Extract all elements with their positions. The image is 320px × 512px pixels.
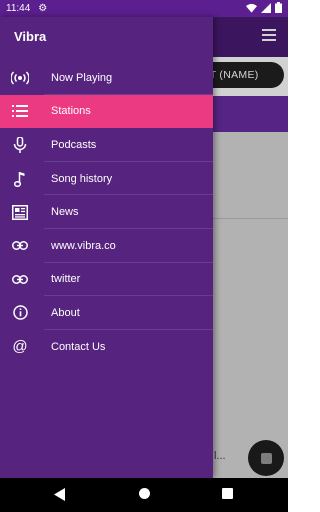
- menu-item-label: Podcasts: [51, 138, 97, 151]
- menu-item-label: News: [51, 206, 79, 219]
- list-icon: [11, 103, 29, 119]
- at-sign-icon: @: [12, 338, 28, 356]
- menu-item-label: www.vibra.co: [51, 239, 116, 252]
- menu-item-about[interactable]: About: [0, 296, 213, 330]
- link-icon: [11, 238, 29, 254]
- menu-item-twitter[interactable]: twitter: [0, 263, 213, 297]
- battery-icon: [275, 2, 282, 13]
- recents-icon[interactable]: [222, 488, 233, 499]
- menu-item-stations[interactable]: Stations: [0, 94, 213, 129]
- menu-item-song-history[interactable]: Song history: [0, 162, 213, 196]
- status-bar: 11:44 ⚙: [0, 0, 288, 17]
- drawer-title: Vibra: [14, 29, 47, 44]
- menu-item-news[interactable]: News: [0, 195, 213, 229]
- menu-item-label: Contact Us: [51, 340, 106, 353]
- drawer-menu: Now Playing Stations Podcasts Song histo…: [0, 61, 213, 363]
- menu-item-now-playing[interactable]: Now Playing: [0, 61, 213, 95]
- cellular-signal-icon: [261, 2, 271, 13]
- home-icon[interactable]: [139, 488, 150, 499]
- link-icon: [11, 271, 29, 287]
- menu-item-label: twitter: [51, 273, 81, 286]
- wifi-icon: [246, 3, 257, 13]
- menu-item-website[interactable]: www.vibra.co: [0, 229, 213, 263]
- menu-item-label: Song history: [51, 172, 113, 185]
- navigation-drawer: Vibra Now Playing Stations Podcasts Song…: [0, 17, 213, 478]
- microphone-icon: [11, 136, 29, 153]
- status-time: 11:44: [6, 3, 31, 14]
- back-icon[interactable]: [54, 488, 65, 501]
- newspaper-icon: [11, 204, 29, 220]
- menu-item-contact-us[interactable]: @ Contact Us: [0, 330, 213, 364]
- status-icons: [246, 2, 282, 13]
- info-icon: [11, 305, 29, 321]
- settings-gear-icon: ⚙: [38, 3, 48, 14]
- menu-item-label: Now Playing: [51, 71, 113, 84]
- radio-waves-icon: [11, 70, 29, 86]
- menu-item-label: About: [51, 306, 80, 319]
- music-note-icon: [11, 171, 29, 187]
- system-nav-bar: [0, 478, 288, 512]
- menu-item-label: Stations: [51, 105, 91, 118]
- menu-item-podcasts[interactable]: Podcasts: [0, 128, 213, 162]
